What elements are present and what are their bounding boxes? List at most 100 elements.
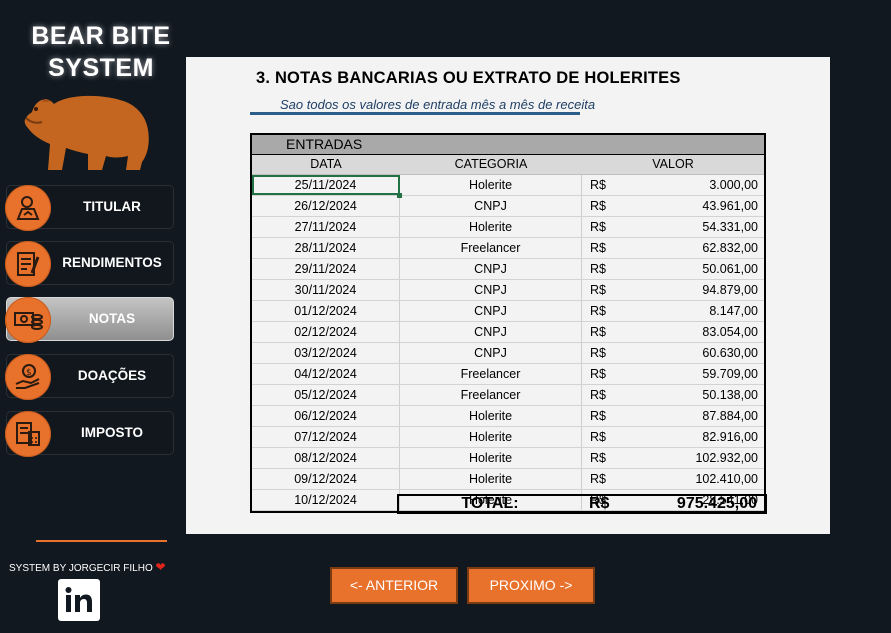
brand-line-2: SYSTEM [48,54,154,82]
value-cell[interactable]: 94.879,00 [620,280,764,300]
next-button[interactable]: PROXIMO -> [467,567,595,604]
nav-imposto-button[interactable]: IMPOSTO [5,411,174,457]
value-cell[interactable]: 50.138,00 [620,385,764,405]
category-cell[interactable]: CNPJ [400,322,582,342]
nav-titular-button[interactable]: TITULAR [5,185,174,231]
date-cell[interactable]: 25/11/2024 [252,175,402,198]
currency-cell[interactable]: R$ [582,343,620,363]
currency-cell[interactable]: R$ [582,196,620,216]
category-cell[interactable]: CNPJ [400,301,582,321]
table-row: 29/11/2024 CNPJ R$ 50.061,00 [252,259,764,280]
currency-cell[interactable]: R$ [582,385,620,405]
value-cell[interactable]: 59.709,00 [620,364,764,384]
currency-cell[interactable]: R$ [582,217,620,237]
category-cell[interactable]: Holerite [400,175,582,195]
value-cell[interactable]: 3.000,00 [620,175,764,195]
table-column-headers: DATA CATEGORIA VALOR [252,155,764,175]
person-document-icon [5,185,51,231]
currency-cell[interactable]: R$ [582,238,620,258]
page-title: 3. NOTAS BANCARIAS OU EXTRATO DE HOLERIT… [256,69,681,87]
category-cell[interactable]: Freelancer [400,364,582,384]
column-header-value: VALOR [652,157,694,171]
date-cell[interactable]: 07/12/2024 [252,427,400,447]
calculator-document-icon [5,411,51,457]
value-cell[interactable]: 83.054,00 [620,322,764,342]
date-cell[interactable]: 04/12/2024 [252,364,400,384]
currency-cell[interactable]: R$ [582,448,620,468]
date-cell[interactable]: 28/11/2024 [252,238,400,258]
table-row: 02/12/2024 CNPJ R$ 83.054,00 [252,322,764,343]
currency-cell[interactable]: R$ [582,406,620,426]
category-cell[interactable]: CNPJ [400,196,582,216]
nav-label: NOTAS [88,311,136,326]
date-cell[interactable]: 08/12/2024 [252,448,400,468]
table-row: 27/11/2024 Holerite R$ 54.331,00 [252,217,764,238]
nav-label: TITULAR [83,199,141,214]
total-currency: R$ [589,495,610,512]
currency-cell[interactable]: R$ [582,364,620,384]
heart-icon: ❤ [155,560,166,574]
category-cell[interactable]: CNPJ [400,280,582,300]
nav-rendimentos-button[interactable]: RENDIMENTOS [5,241,174,287]
date-cell[interactable]: 29/11/2024 [252,259,400,279]
previous-button[interactable]: <- ANTERIOR [330,567,458,604]
category-cell[interactable]: Holerite [400,427,582,447]
currency-cell[interactable]: R$ [582,469,620,489]
credits: SYSTEM BY JORGECIR FILHO ❤ [9,560,166,574]
value-cell[interactable]: 8.147,00 [620,301,764,321]
table-row: 30/11/2024 CNPJ R$ 94.879,00 [252,280,764,301]
value-cell[interactable]: 62.832,00 [620,238,764,258]
date-cell[interactable]: 06/12/2024 [252,406,400,426]
nav-label: RENDIMENTOS [62,255,162,270]
value-cell[interactable]: 102.932,00 [620,448,764,468]
nav-notas-button[interactable]: NOTAS [5,297,174,343]
table-row: 01/12/2024 CNPJ R$ 8.147,00 [252,301,764,322]
table-row: 03/12/2024 CNPJ R$ 60.630,00 [252,343,764,364]
value-cell[interactable]: 102.410,00 [620,469,764,489]
nav-doacoes-button[interactable]: $ DOAÇÕES [5,354,174,400]
brand-title: BEAR BITE SYSTEM [8,20,194,84]
currency-cell[interactable]: R$ [582,322,620,342]
category-cell[interactable]: Freelancer [400,385,582,405]
table-row: 26/12/2024 CNPJ R$ 43.961,00 [252,196,764,217]
category-cell[interactable]: Holerite [400,469,582,489]
content-panel: 3. NOTAS BANCARIAS OU EXTRATO DE HOLERIT… [186,57,830,534]
total-label: TOTAL: [461,495,519,512]
nav-label: IMPOSTO [80,425,143,440]
svg-text:$: $ [26,368,32,378]
category-cell[interactable]: Freelancer [400,238,582,258]
table-row: 06/12/2024 Holerite R$ 87.884,00 [252,406,764,427]
value-cell[interactable]: 87.884,00 [620,406,764,426]
category-cell[interactable]: CNPJ [400,343,582,363]
date-cell[interactable]: 27/11/2024 [252,217,400,237]
currency-cell[interactable]: R$ [582,427,620,447]
date-cell[interactable]: 01/12/2024 [252,301,400,321]
value-cell[interactable]: 50.061,00 [620,259,764,279]
money-coins-icon [5,297,51,343]
table-section-header: ENTRADAS [252,135,764,155]
currency-cell[interactable]: R$ [582,175,620,195]
date-cell[interactable]: 09/12/2024 [252,469,400,489]
date-cell[interactable]: 10/12/2024 [252,490,400,510]
date-cell[interactable]: 02/12/2024 [252,322,400,342]
category-cell[interactable]: Holerite [400,217,582,237]
date-cell[interactable]: 30/11/2024 [252,280,400,300]
currency-cell[interactable]: R$ [582,280,620,300]
total-value: 975.425,00 [676,495,757,512]
brand-line-1: BEAR BITE [31,22,171,50]
date-cell[interactable]: 03/12/2024 [252,343,400,363]
currency-cell[interactable]: R$ [582,301,620,321]
currency-cell[interactable]: R$ [582,259,620,279]
value-cell[interactable]: 82.916,00 [620,427,764,447]
category-cell[interactable]: Holerite [400,406,582,426]
value-cell[interactable]: 60.630,00 [620,343,764,363]
linkedin-icon[interactable] [58,579,100,621]
value-cell[interactable]: 54.331,00 [620,217,764,237]
date-cell[interactable]: 26/12/2024 [252,196,400,216]
category-cell[interactable]: CNPJ [400,259,582,279]
table-body: 25/11/2024 Holerite R$ 3.000,00 26/12/2024 CN… [252,175,764,511]
category-cell[interactable]: Holerite [400,448,582,468]
date-cell[interactable]: 05/12/2024 [252,385,400,405]
value-cell[interactable]: 43.961,00 [620,196,764,216]
table-row: 09/12/2024 Holerite R$ 102.410,00 [252,469,764,490]
